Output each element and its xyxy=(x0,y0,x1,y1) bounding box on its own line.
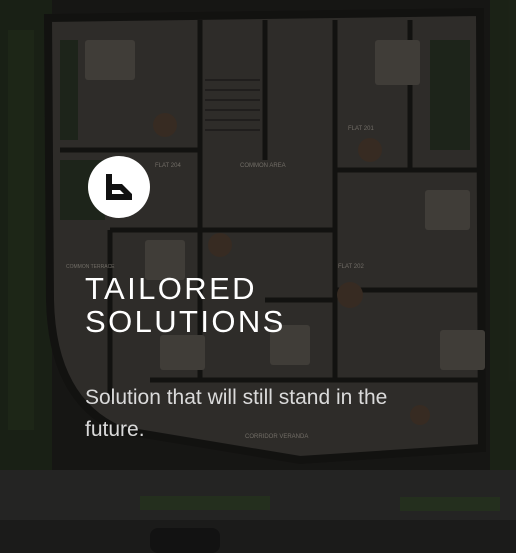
title-line-2: SOLUTIONS xyxy=(85,304,286,339)
logo-badge xyxy=(88,156,150,218)
logo-mark-icon xyxy=(106,174,132,200)
title-line-1: TAILORED xyxy=(85,271,257,306)
card-description: Solution that will still stand in the fu… xyxy=(85,386,388,441)
card-title: TAILORED SOLUTIONS xyxy=(85,272,286,338)
feature-card[interactable]: FLAT 204 COMMON AREA FLAT 201 FLAT 202 C… xyxy=(0,0,516,553)
